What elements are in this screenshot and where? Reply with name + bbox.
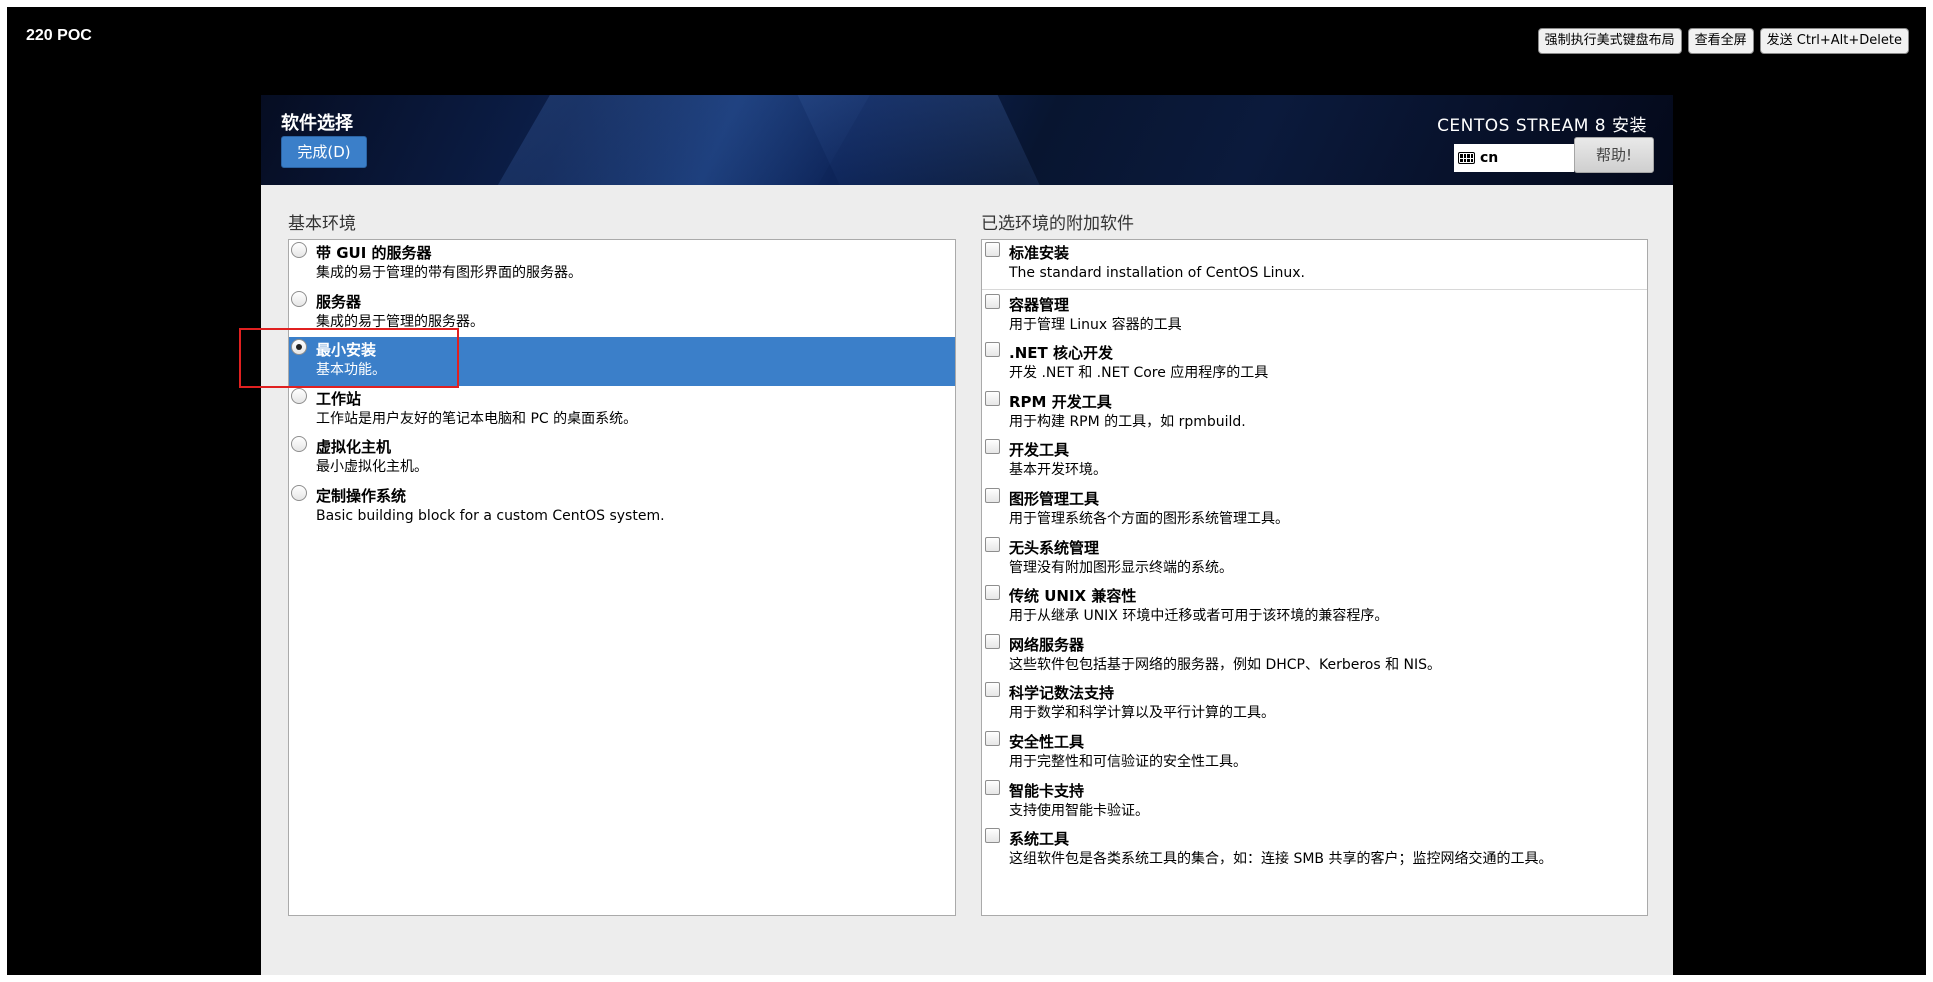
addon-desc: 基本开发环境。 — [1009, 462, 1107, 479]
environment-item-server[interactable]: 服务器 集成的易于管理的服务器。 — [289, 289, 955, 338]
checkbox[interactable] — [985, 585, 1000, 601]
environment-item-custom-os[interactable]: 定制操作系统 Basic building block for a custom… — [289, 483, 955, 532]
done-button[interactable]: 完成(D) — [281, 136, 367, 168]
help-button[interactable]: 帮助! — [1574, 137, 1654, 173]
checkbox[interactable] — [985, 390, 1000, 406]
addon-name: 智能卡支持 — [1009, 781, 1085, 800]
checkbox[interactable] — [985, 439, 1000, 455]
addon-item-dev-tools[interactable]: 开发工具 基本开发环境。 — [982, 437, 1647, 486]
keyboard-layout-label: cn — [1480, 150, 1499, 166]
addon-item-scientific[interactable]: 科学记数法支持 用于数学和科学计算以及平行计算的工具。 — [982, 680, 1647, 729]
environment-item-virtualization-host[interactable]: 虚拟化主机 最小虚拟化主机。 — [289, 434, 955, 483]
addon-desc: 支持使用智能卡验证。 — [1009, 802, 1149, 819]
addon-desc: 用于完整性和可信验证的安全性工具。 — [1009, 753, 1247, 770]
addon-name: 科学记数法支持 — [1009, 684, 1115, 703]
addon-item-container-management[interactable]: 容器管理 用于管理 Linux 容器的工具 — [982, 292, 1647, 341]
addon-item-headless-management[interactable]: 无头系统管理 管理没有附加图形显示终端的系统。 — [982, 535, 1647, 584]
addon-name: 网络服务器 — [1009, 635, 1085, 654]
radio-button-selected[interactable] — [291, 339, 307, 356]
addon-desc: 管理没有附加图形显示终端的系统。 — [1009, 559, 1233, 576]
addon-item-graphical-admin-tools[interactable]: 图形管理工具 用于管理系统各个方面的图形系统管理工具。 — [982, 486, 1647, 535]
environment-desc: 集成的易于管理的带有图形界面的服务器。 — [316, 265, 582, 281]
fullscreen-button[interactable]: 查看全屏 — [1687, 28, 1754, 54]
addon-desc: 这组软件包是各类系统工具的集合，如：连接 SMB 共享的客户；监控网络交通的工具… — [1009, 851, 1553, 868]
keyboard-icon — [1458, 152, 1475, 164]
page-title: 软件选择 — [281, 113, 353, 134]
addon-name: RPM 开发工具 — [1009, 392, 1112, 411]
addon-name: 安全性工具 — [1009, 732, 1085, 751]
addon-name: 开发工具 — [1009, 441, 1070, 460]
checkbox[interactable] — [985, 828, 1000, 844]
environment-item-minimal[interactable]: 最小安装 基本功能。 — [289, 337, 955, 386]
addons-label: 已选环境的附加软件 — [981, 214, 1134, 234]
environment-name: 带 GUI 的服务器 — [316, 244, 432, 262]
addon-item-rpm-dev-tools[interactable]: RPM 开发工具 用于构建 RPM 的工具，如 rpmbuild. — [982, 389, 1647, 438]
addon-item-smart-card[interactable]: 智能卡支持 支持使用智能卡验证。 — [982, 778, 1647, 827]
addon-item-standard[interactable]: 标准安装 The standard installation of CentOS… — [982, 240, 1647, 289]
checkbox[interactable] — [985, 779, 1000, 795]
addon-name: 容器管理 — [1009, 295, 1070, 314]
checkbox[interactable] — [985, 633, 1000, 649]
console-toolbar: 强制执行美式键盘布局 查看全屏 发送 Ctrl+Alt+Delete — [1537, 28, 1909, 54]
header-decoration — [788, 95, 1054, 185]
addon-item-security-tools[interactable]: 安全性工具 用于完整性和可信验证的安全性工具。 — [982, 729, 1647, 778]
environment-name: 最小安装 — [316, 341, 377, 360]
addon-name: 图形管理工具 — [1009, 489, 1100, 508]
environment-name: 工作站 — [316, 389, 362, 408]
checkbox[interactable] — [985, 293, 1000, 309]
checkbox[interactable] — [985, 682, 1000, 698]
environment-desc: 基本功能。 — [316, 362, 386, 379]
environment-desc: 最小虚拟化主机。 — [316, 459, 428, 476]
checkbox[interactable] — [985, 342, 1000, 358]
environment-item-workstation[interactable]: 工作站 工作站是用户友好的笔记本电脑和 PC 的桌面系统。 — [289, 386, 955, 435]
environment-desc: Basic building block for a custom CentOS… — [316, 507, 665, 524]
addon-name: 无头系统管理 — [1009, 538, 1100, 557]
console-title: 220 POC — [26, 27, 92, 44]
radio-button[interactable] — [291, 387, 307, 404]
radio-button[interactable] — [291, 484, 307, 501]
radio-button[interactable] — [291, 436, 307, 453]
addon-desc: 这些软件包包括基于网络的服务器，例如 DHCP、Kerberos 和 NIS。 — [1009, 656, 1442, 673]
checkbox[interactable] — [985, 730, 1000, 746]
addon-desc: 用于管理系统各个方面的图形系统管理工具。 — [1009, 510, 1289, 527]
checkbox[interactable] — [985, 536, 1000, 552]
environment-name: 定制操作系统 — [316, 486, 407, 505]
installer-window: 软件选择 完成(D) CENTOS STREAM 8 安装 cn 帮助! 基本环… — [261, 95, 1673, 975]
send-ctrl-alt-delete-button[interactable]: 发送 Ctrl+Alt+Delete — [1759, 28, 1909, 54]
checkbox[interactable] — [985, 242, 1000, 257]
addon-desc: 用于数学和科学计算以及平行计算的工具。 — [1009, 705, 1275, 722]
environment-name: 虚拟化主机 — [316, 438, 392, 457]
checkbox[interactable] — [985, 487, 1000, 503]
addon-item-system-tools[interactable]: 系统工具 这组软件包是各类系统工具的集合，如：连接 SMB 共享的客户；监控网络… — [982, 826, 1647, 875]
addon-desc: 用于从继承 UNIX 环境中迁移或者可用于该环境的兼容程序。 — [1009, 608, 1389, 625]
addon-desc: 用于构建 RPM 的工具，如 rpmbuild. — [1009, 413, 1246, 430]
addon-name: 标准安装 — [1009, 244, 1070, 262]
addon-name: .NET 核心开发 — [1009, 344, 1113, 363]
environment-item-server-gui[interactable]: 带 GUI 的服务器 集成的易于管理的带有图形界面的服务器。 — [289, 240, 955, 289]
product-title: CENTOS STREAM 8 安装 — [1437, 116, 1647, 136]
force-us-keyboard-button[interactable]: 强制执行美式键盘布局 — [1537, 28, 1682, 54]
separator — [982, 288, 1647, 290]
addon-name: 系统工具 — [1009, 830, 1070, 849]
addon-desc: 开发 .NET 和 .NET Core 应用程序的工具 — [1009, 365, 1269, 382]
installer-header: 软件选择 完成(D) CENTOS STREAM 8 安装 cn 帮助! — [261, 95, 1673, 185]
addon-desc: The standard installation of CentOS Linu… — [1009, 265, 1306, 281]
addon-item-network-servers[interactable]: 网络服务器 这些软件包包括基于网络的服务器，例如 DHCP、Kerberos 和… — [982, 632, 1647, 681]
addon-item-legacy-unix[interactable]: 传统 UNIX 兼容性 用于从继承 UNIX 环境中迁移或者可用于该环境的兼容程… — [982, 583, 1647, 632]
environment-name: 服务器 — [316, 292, 362, 311]
environment-desc: 工作站是用户友好的笔记本电脑和 PC 的桌面系统。 — [316, 410, 638, 427]
base-environment-label: 基本环境 — [288, 214, 356, 234]
radio-button[interactable] — [291, 242, 307, 258]
environment-desc: 集成的易于管理的服务器。 — [316, 313, 484, 330]
keyboard-layout-indicator[interactable]: cn — [1454, 144, 1574, 172]
addon-item-dotnet[interactable]: .NET 核心开发 开发 .NET 和 .NET Core 应用程序的工具 — [982, 340, 1647, 389]
environment-list: 带 GUI 的服务器 集成的易于管理的带有图形界面的服务器。 服务器 集成的易于… — [288, 239, 956, 916]
addon-name: 传统 UNIX 兼容性 — [1009, 587, 1137, 606]
radio-button[interactable] — [291, 290, 307, 307]
addon-list: 标准安装 The standard installation of CentOS… — [981, 239, 1648, 916]
addon-desc: 用于管理 Linux 容器的工具 — [1009, 316, 1182, 333]
